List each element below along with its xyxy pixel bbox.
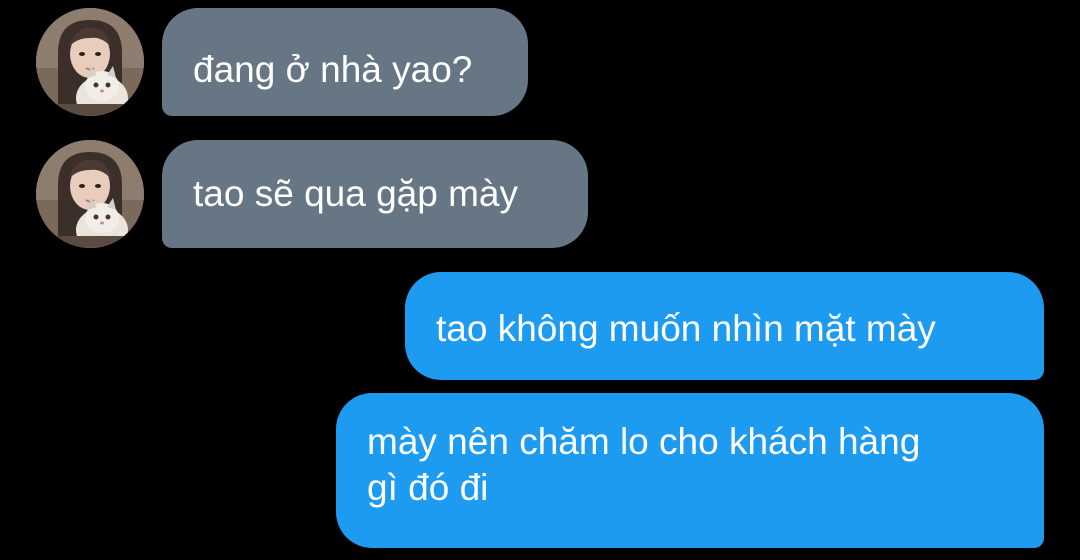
avatar-photo-icon	[36, 8, 144, 116]
outgoing-message[interactable]: mày nên chăm lo cho khách hàng gì đó đi	[336, 393, 1044, 548]
avatar-photo-icon	[36, 140, 144, 248]
sender-avatar[interactable]	[36, 140, 144, 248]
outgoing-message[interactable]: tao không muốn nhìn mặt mày	[405, 272, 1044, 380]
message-text-line: gì đó đi	[367, 467, 489, 508]
incoming-message[interactable]: đang ở nhà yao?	[162, 8, 528, 116]
sender-avatar[interactable]	[36, 8, 144, 116]
message-text: đang ở nhà yao?	[193, 49, 473, 90]
message-text: tao không muốn nhìn mặt mày	[436, 308, 936, 349]
message-text-line: mày nên chăm lo cho khách hàng	[367, 421, 921, 462]
message-text: tao sẽ qua gặp mày	[193, 173, 518, 214]
incoming-message[interactable]: tao sẽ qua gặp mày	[162, 140, 588, 248]
